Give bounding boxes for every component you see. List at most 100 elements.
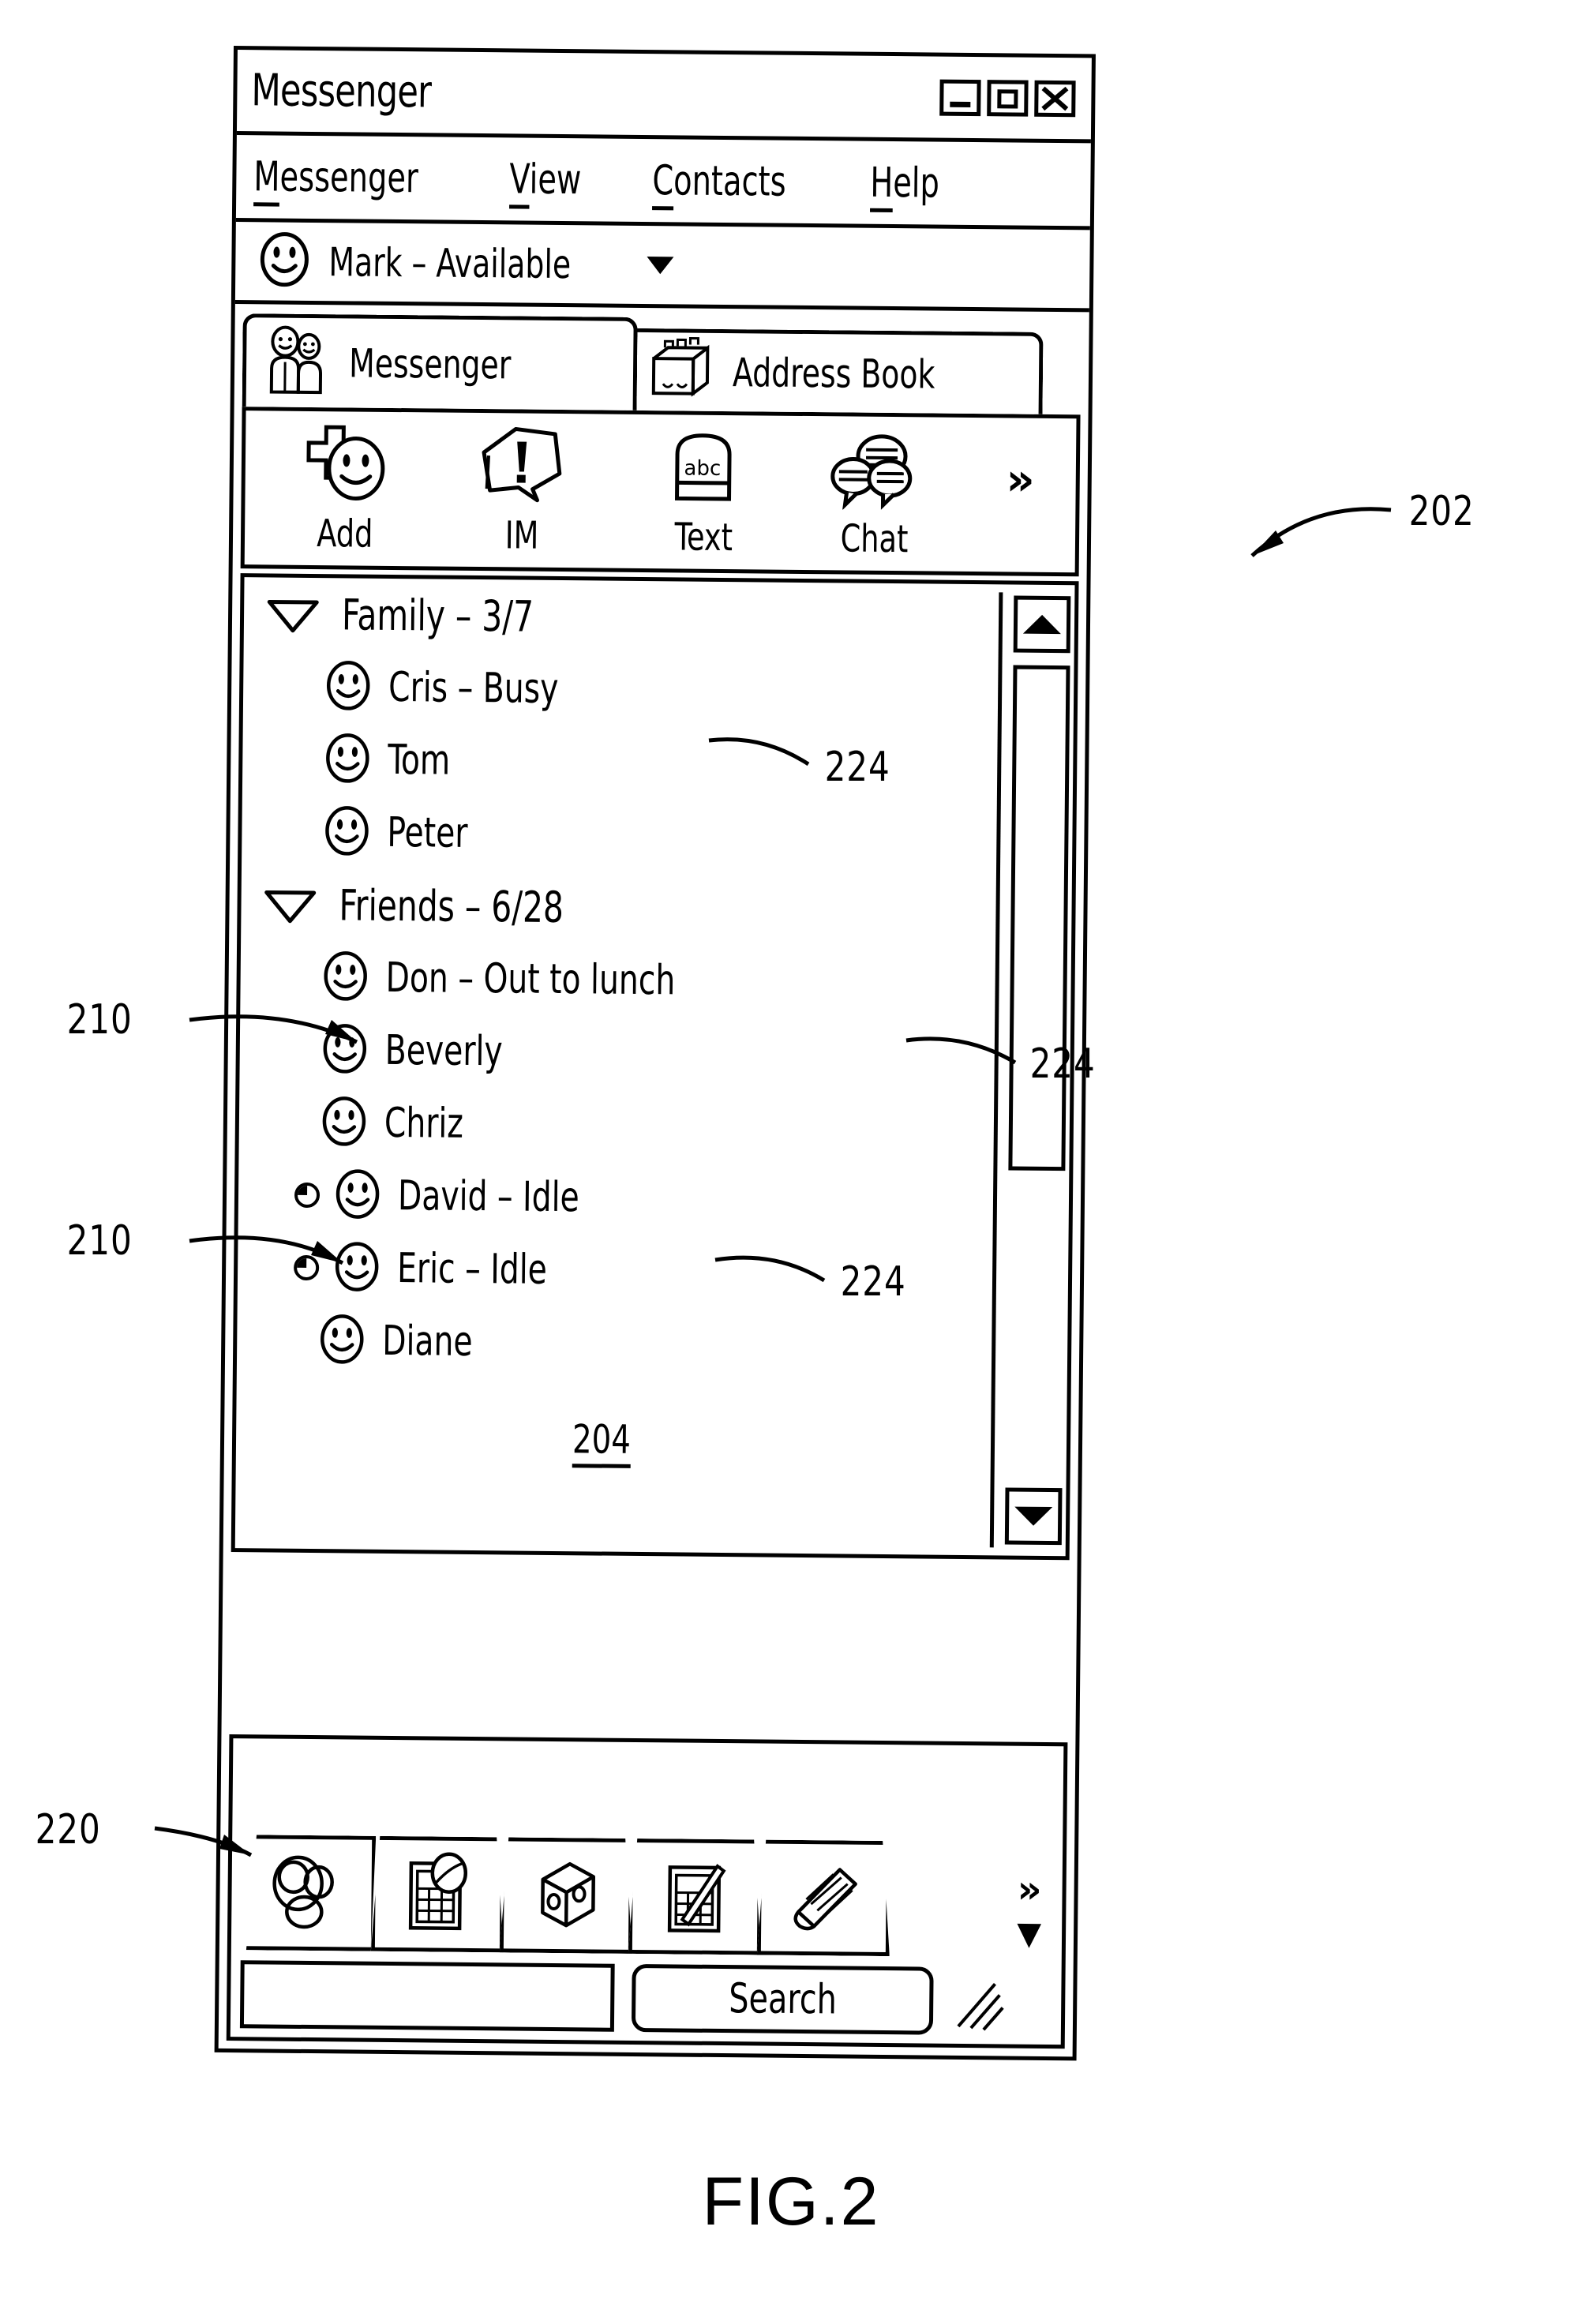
menu-item-contacts[interactable]: Contacts [652,156,786,210]
toolbar-label-text: Text [674,515,733,560]
svg-text:abc: abc [684,457,721,481]
chart-pencil-icon [654,1853,737,1941]
bottom-tab-newspaper[interactable] [757,1839,890,1956]
toolbar-button-chat[interactable]: Chat [802,427,947,562]
menu-rest-help: elp [893,159,940,208]
group-header-friends[interactable]: Friends – 6/28 [241,868,1072,948]
bottom-tab-strip [231,1831,1063,1958]
contact-row-tom[interactable]: Tom [242,722,1074,803]
search-button[interactable]: Search [631,1963,934,2035]
available-icon [324,804,370,861]
contact-row-peter[interactable]: Peter [242,795,1073,875]
contact-row-diane[interactable]: Diane [237,1303,1068,1384]
scroll-up-arrow-icon[interactable] [1013,595,1071,654]
reference-number-220: 220 [35,1806,101,1854]
add-contact-icon [294,422,397,509]
resize-grip-icon[interactable] [950,1970,1007,2034]
contact-row-chriz[interactable]: Chriz [238,1085,1070,1166]
window-controls [939,79,1076,117]
contact-label-chriz: Chriz [384,1099,464,1148]
contact-label-peter: Peter [387,808,468,857]
available-icon [321,1022,368,1079]
group-label-family: Family – 3/7 [341,589,534,642]
bottom-tab-calendar[interactable] [371,1836,504,1953]
available-icon [321,1095,368,1152]
reference-number-224-cris: 224 [824,744,890,791]
chat-balloons-icon [823,427,926,514]
presence-status-row[interactable]: Mark – Available [234,222,1090,313]
tab-address-book[interactable]: Address Book [624,328,1044,414]
bottom-overflow-chevron-icon[interactable]: » [1017,1868,1042,1912]
presence-status-label: Mark – Available [328,238,572,287]
available-icon [324,732,371,789]
idle-clock-icon [292,1175,322,1214]
scroll-thumb[interactable] [1008,665,1070,1171]
reference-number-210-lower: 210 [66,1217,133,1265]
available-icon [335,1168,381,1224]
available-icon [325,659,372,716]
bottom-tab-dice[interactable] [500,1837,633,1954]
contact-label-diane: Diane [381,1317,473,1366]
title-bar: Messenger [236,50,1092,144]
contact-label-beverly: Beverly [384,1026,503,1076]
contact-label-tom: Tom [388,736,451,785]
reference-number-210-upper: 210 [66,996,133,1044]
scroll-down-arrow-icon[interactable] [1004,1487,1063,1546]
instant-message-bubble-icon [470,424,574,511]
toolbar-label-im: IM [504,513,539,558]
menu-item-view[interactable]: View [509,155,582,209]
messenger-window: Messenger Messenger View Contacts Help M… [214,46,1096,2061]
main-toolbar: Add IM abc Text Chat » [240,407,1081,577]
two-people-icon [264,324,336,401]
card-file-icon [646,336,719,407]
menu-item-messenger[interactable]: Messenger [253,152,419,207]
menu-accel-contacts: C [652,156,673,210]
triangle-down-icon[interactable] [264,595,321,633]
toolbar-button-add[interactable]: Add [273,422,418,557]
contact-row-david[interactable]: David – Idle [238,1158,1070,1239]
toolbar-button-im[interactable]: IM [450,424,595,559]
contact-list-reference-label: 204 [572,1416,632,1468]
calendar-ball-icon [396,1850,479,1939]
reference-number-224-don: 224 [1029,1040,1096,1088]
bottom-tab-chart[interactable] [628,1839,762,1955]
search-button-label: Search [728,1975,837,2024]
dice-box-icon [525,1852,608,1939]
close-icon[interactable] [1034,80,1076,117]
bottom-overflow-caret-icon[interactable]: ▼ [1017,1916,1041,1952]
newspaper-icon [782,1856,865,1940]
available-icon [322,950,369,1006]
bottom-tab-bowling[interactable] [242,1835,376,1951]
contact-row-don[interactable]: Don – Out to lunch [240,940,1071,1021]
menu-accel-help: H [870,159,894,212]
search-row: Search [231,1951,1062,2045]
menu-rest-messenger: essenger [279,153,419,202]
contact-list: Family – 3/7 Cris – Busy Tom Peter Frien… [231,573,1079,1561]
available-icon [334,1240,381,1297]
idle-clock-icon [291,1248,321,1287]
tab-messenger[interactable]: Messenger [242,313,638,410]
tab-strip: Messenger Address Book [242,313,1082,414]
triangle-down-icon[interactable] [261,886,318,924]
figure-caption: FIG.2 [702,2164,880,2240]
contact-label-david: David – Idle [397,1172,580,1222]
chevron-down-icon[interactable] [647,256,674,274]
toolbar-overflow-icon[interactable]: » [1006,454,1035,505]
bottom-overflow-controls[interactable]: » ▼ [1017,1868,1042,1952]
menu-rest-contacts: ontacts [673,156,786,206]
toolbar-label-add: Add [317,512,373,557]
contact-row-cris[interactable]: Cris – Busy [243,650,1074,730]
group-header-family[interactable]: Family – 3/7 [244,577,1075,658]
reference-number-224-david: 224 [840,1258,906,1306]
tab-address-book-label: Address Book [732,349,935,398]
contact-row-eric[interactable]: Eric – Idle [238,1231,1069,1311]
contact-label-eric: Eric – Idle [396,1245,548,1294]
maximize-icon[interactable] [987,79,1029,117]
toolbar-button-text[interactable]: abc Text [632,425,777,560]
minimize-icon[interactable] [939,79,981,116]
contact-row-beverly[interactable]: Beverly [239,1013,1070,1093]
available-icon [319,1313,366,1370]
menu-rest-view: iew [529,156,582,204]
menu-item-help[interactable]: Help [870,159,940,212]
search-input[interactable] [239,1960,615,2032]
